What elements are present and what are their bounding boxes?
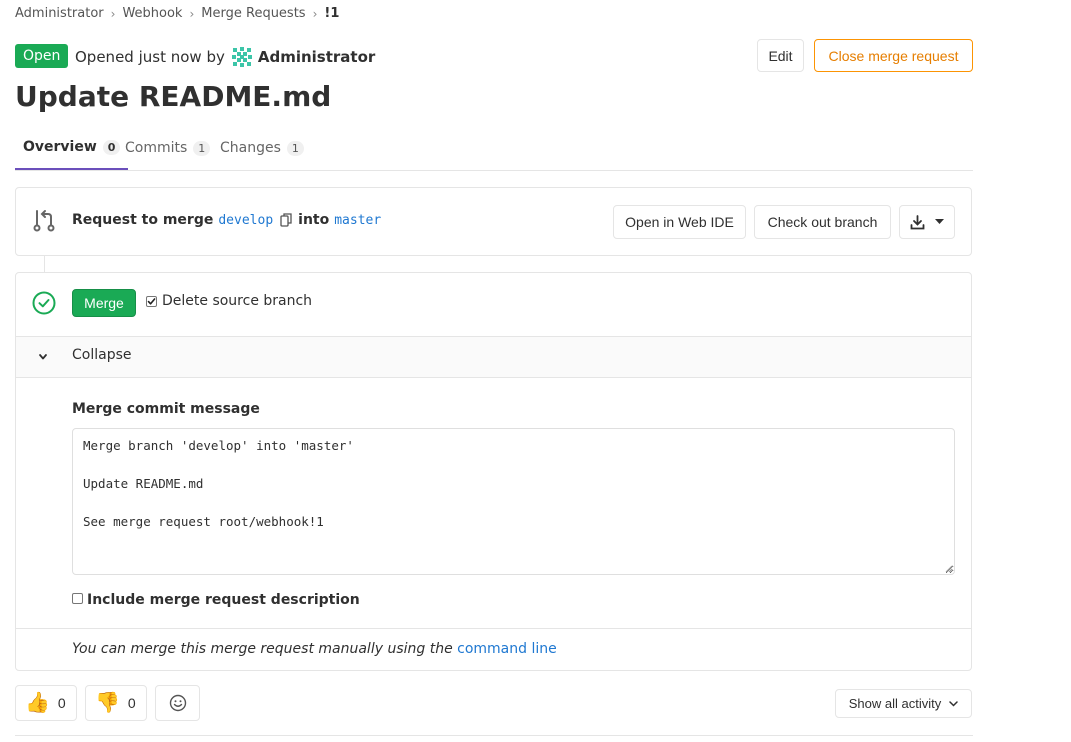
thumbsup-icon: 👍 (25, 692, 50, 714)
merge-request-branches: Request to merge develop into master (72, 212, 386, 228)
copy-icon[interactable] (280, 213, 292, 227)
breadcrumb: Administrator › Webhook › Merge Requests… (15, 6, 339, 21)
opened-info: Opened just now by Administrator (75, 46, 375, 68)
include-description-option[interactable]: Include merge request description (72, 592, 360, 608)
widget-connector (44, 256, 45, 272)
tab-commits[interactable]: Commits 1 (125, 126, 211, 170)
breadcrumb-current[interactable]: !1 (324, 6, 339, 21)
avatar[interactable] (230, 46, 253, 68)
opened-text: Opened just now by (75, 48, 225, 66)
breadcrumb-webhook[interactable]: Webhook (122, 6, 182, 21)
author-link[interactable]: Administrator (258, 48, 375, 66)
thumbsup-award-button[interactable]: 👍 0 (15, 685, 77, 721)
git-merge-request-icon (33, 210, 55, 232)
smiley-icon (169, 694, 186, 712)
tab-count: 0 (102, 139, 121, 155)
chevron-right-icon: › (312, 6, 318, 21)
chevron-right-icon: › (110, 6, 116, 21)
breadcrumb-merge-requests[interactable]: Merge Requests (201, 6, 305, 21)
status-badge: Open (15, 44, 69, 68)
merge-button[interactable]: Merge (72, 289, 136, 317)
divider (15, 735, 973, 736)
tab-changes[interactable]: Changes 1 (220, 126, 304, 170)
chevron-down-icon[interactable] (37, 352, 49, 362)
into-label: into (298, 212, 330, 228)
close-merge-request-button[interactable]: Close merge request (814, 39, 973, 72)
collapse-toggle-row[interactable] (16, 336, 971, 378)
delete-source-branch-checkbox[interactable] (146, 295, 157, 307)
tab-count: 1 (286, 140, 304, 156)
check-circle-icon (32, 291, 56, 315)
thumbsdown-award-button[interactable]: 👎 0 (85, 685, 147, 721)
page-title: Update README.md (15, 80, 332, 113)
thumbsdown-icon: 👎 (95, 692, 120, 714)
source-branch-link[interactable]: develop (218, 213, 273, 228)
download-dropdown-button[interactable] (899, 205, 955, 239)
delete-source-branch-option[interactable]: Delete source branch (146, 293, 312, 309)
add-reaction-button[interactable] (155, 685, 200, 721)
tab-label: Commits (125, 140, 188, 156)
include-description-label: Include merge request description (87, 592, 360, 608)
commit-message-textarea[interactable]: Merge branch 'develop' into 'master' Upd… (72, 428, 955, 575)
activity-label: Show all activity (848, 696, 942, 711)
tab-label: Changes (220, 140, 281, 156)
thumbsdown-count: 0 (127, 695, 136, 711)
request-prefix: Request to merge (72, 212, 214, 228)
merge-request-tabs: Overview 0 Commits 1 Changes 1 (15, 126, 973, 171)
edit-button[interactable]: Edit (757, 39, 804, 72)
tab-overview[interactable]: Overview 0 (15, 126, 129, 170)
check-out-branch-button[interactable]: Check out branch (754, 205, 891, 239)
commit-message-label: Merge commit message (72, 401, 260, 417)
thumbsup-count: 0 (57, 695, 66, 711)
checkmark-icon (147, 297, 156, 305)
collapse-label[interactable]: Collapse (72, 347, 132, 363)
show-all-activity-dropdown[interactable]: Show all activity (835, 689, 972, 718)
command-line-link[interactable]: command line (457, 641, 557, 657)
chevron-down-icon (949, 700, 958, 707)
chevron-right-icon: › (189, 6, 195, 21)
caret-down-icon (935, 219, 944, 224)
command-line-prefix: You can merge this merge request manuall… (72, 641, 453, 657)
include-description-checkbox[interactable] (72, 592, 83, 604)
tab-count: 1 (193, 140, 211, 156)
open-web-ide-button[interactable]: Open in Web IDE (613, 205, 746, 239)
download-icon (910, 214, 925, 229)
target-branch-link[interactable]: master (334, 213, 381, 228)
tab-label: Overview (23, 139, 97, 155)
command-line-hint: You can merge this merge request manuall… (72, 641, 557, 657)
delete-source-branch-label: Delete source branch (162, 293, 313, 309)
breadcrumb-administrator[interactable]: Administrator (15, 6, 104, 21)
resize-handle-icon[interactable] (944, 564, 953, 573)
